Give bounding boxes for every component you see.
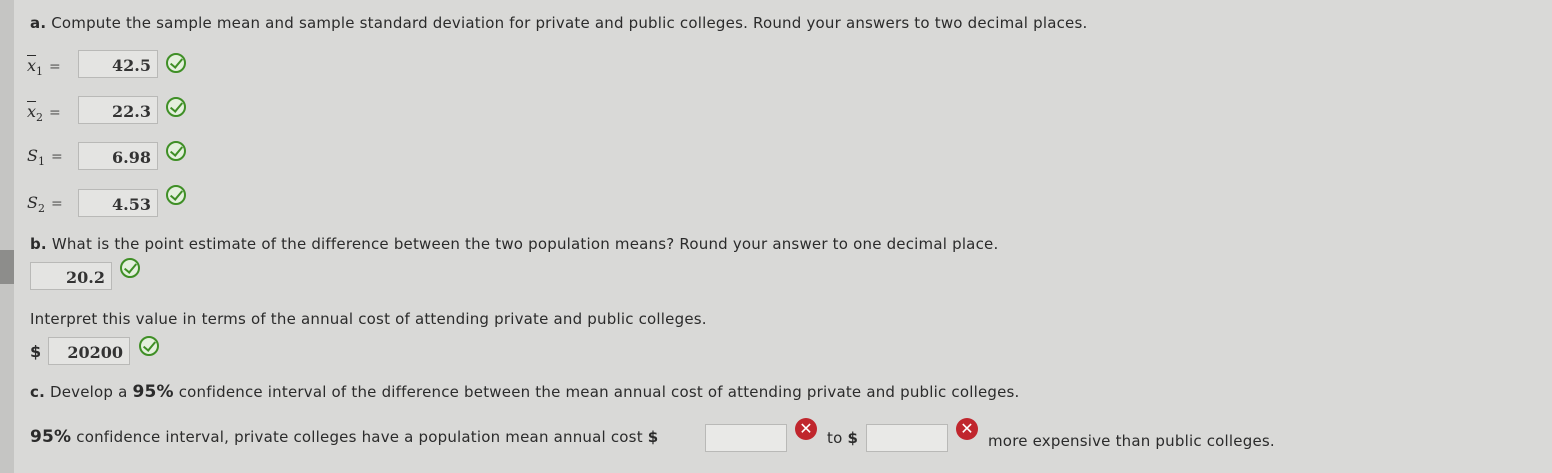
- xbar1-input[interactable]: 42.5: [78, 50, 158, 78]
- ci-sentence-end: more expensive than public colleges.: [988, 432, 1275, 450]
- part-a-prompt: a. Compute the sample mean and sample st…: [30, 14, 1088, 32]
- s1-input[interactable]: 6.98: [78, 142, 158, 170]
- currency-symbol: $: [30, 342, 42, 361]
- point-estimate-input[interactable]: 20.2: [30, 262, 112, 290]
- label-s2: S2 =: [27, 193, 63, 216]
- correct-check-icon: [139, 336, 159, 356]
- incorrect-x-icon: ✕: [956, 418, 978, 440]
- s2-input[interactable]: 4.53: [78, 189, 158, 217]
- xbar2-input[interactable]: 22.3: [78, 96, 158, 124]
- scroll-marker: [0, 250, 14, 284]
- left-scroll-strip: [0, 0, 14, 473]
- label-s1: S1 =: [27, 146, 63, 169]
- part-c-prompt: c. Develop a 95% confidence interval of …: [30, 382, 1020, 402]
- interpret-input[interactable]: 20200: [48, 337, 130, 365]
- ci-upper-input[interactable]: [866, 424, 948, 452]
- correct-check-icon: [166, 185, 186, 205]
- part-b-prompt: b. What is the point estimate of the dif…: [30, 235, 999, 253]
- ci-sentence-start: 95% confidence interval, private college…: [30, 427, 659, 447]
- ci-to-text: to $: [827, 429, 859, 447]
- label-xbar1: x1 =: [27, 56, 61, 79]
- correct-check-icon: [166, 97, 186, 117]
- incorrect-x-icon: ✕: [795, 418, 817, 440]
- correct-check-icon: [166, 141, 186, 161]
- correct-check-icon: [166, 53, 186, 73]
- ci-lower-input[interactable]: [705, 424, 787, 452]
- interpret-prompt: Interpret this value in terms of the ann…: [30, 310, 707, 328]
- correct-check-icon: [120, 258, 140, 278]
- label-xbar2: x2 =: [27, 102, 61, 125]
